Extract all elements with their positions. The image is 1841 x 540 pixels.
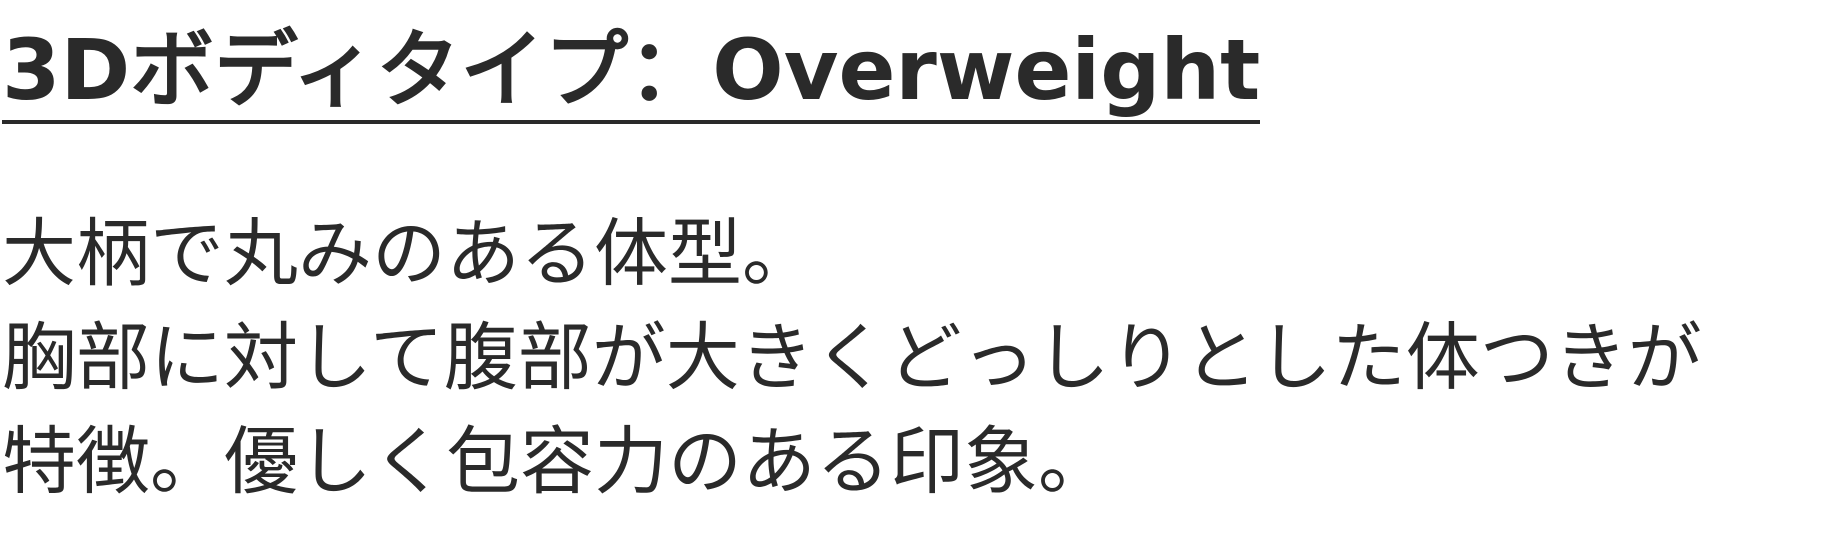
document: 3Dボディタイプ：Overweight 大柄で丸みのある体型。 胸部に対して腹部…: [0, 0, 1841, 540]
page-title: 3Dボディタイプ：Overweight: [2, 21, 1261, 119]
description: 大柄で丸みのある体型。 胸部に対して腹部が大きくどっしりとした体つきが 特徴。優…: [2, 202, 1840, 514]
description-line-3: 特徴。優しく包容力のある印象。: [2, 419, 1112, 505]
description-line-2: 胸部に対して腹部が大きくどっしりとした体つきが: [2, 315, 1702, 401]
description-line-1: 大柄で丸みのある体型。: [2, 211, 816, 297]
title-block: 3Dボディタイプ：Overweight: [2, 21, 1261, 125]
